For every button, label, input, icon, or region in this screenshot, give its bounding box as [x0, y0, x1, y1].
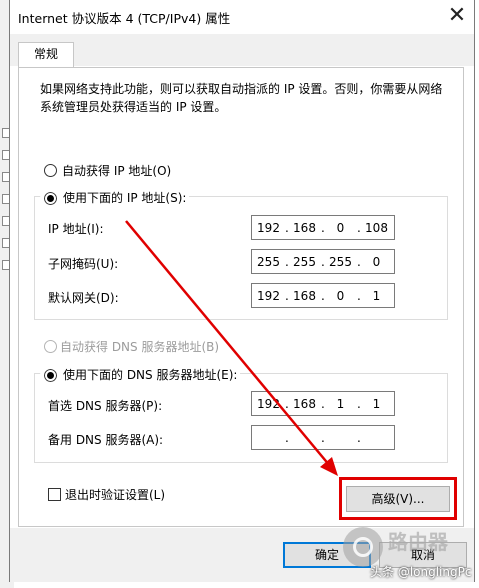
- alternate-dns-label: 备用 DNS 服务器(A):: [48, 433, 164, 447]
- subnet-mask-label: 子网掩码(U):: [48, 257, 119, 271]
- preferred-dns-input[interactable]: 192. 168. 1. 1: [251, 391, 395, 416]
- tab-general-label: 常规: [33, 47, 58, 61]
- alternate-dns-input[interactable]: . . .: [251, 425, 395, 450]
- auto-ip-radio[interactable]: [44, 164, 57, 177]
- manual-ip-label: 使用下面的 IP 地址(S):: [60, 189, 190, 206]
- auto-dns-label: 自动获得 DNS 服务器地址(B): [60, 340, 220, 354]
- tab-strip: [10, 34, 474, 66]
- subnet-mask-input[interactable]: 255. 255. 255. 0: [251, 249, 395, 274]
- ip-address-input[interactable]: 192. 168. 0. 108: [251, 215, 395, 240]
- manual-dns-label: 使用下面的 DNS 服务器地址(E):: [60, 366, 241, 383]
- validate-settings-label: 退出时验证设置(L): [65, 488, 166, 502]
- watermark-brand: 路由器: [388, 530, 448, 554]
- ok-button-label: 确定: [314, 548, 339, 562]
- auto-dns-radio[interactable]: [44, 340, 57, 353]
- tab-general[interactable]: 常规: [18, 42, 74, 68]
- close-icon: ✕: [447, 3, 467, 28]
- close-button[interactable]: ✕: [444, 3, 470, 29]
- default-gateway-label: 默认网关(D):: [48, 291, 119, 305]
- auto-ip-label: 自动获得 IP 地址(O): [62, 164, 172, 178]
- ip-address-label: IP 地址(I):: [48, 222, 104, 236]
- manual-dns-radio[interactable]: [40, 365, 61, 386]
- title-bar: Internet 协议版本 4 (TCP/IPv4) 属性 ✕: [10, 0, 474, 34]
- description-text: 如果网络支持此功能，则可以获取自动指派的 IP 设置。否则，你需要从网络系统管理…: [40, 82, 443, 114]
- annotation-highlight-box: [339, 477, 457, 520]
- dialog-title: Internet 协议版本 4 (TCP/IPv4) 属性: [18, 11, 231, 26]
- preferred-dns-label: 首选 DNS 服务器(P):: [48, 399, 163, 413]
- watermark-logo-icon: [343, 527, 383, 567]
- watermark-credit: 头条 @longlingPc: [370, 565, 472, 579]
- default-gateway-input[interactable]: 192. 168. 0. 1: [251, 283, 395, 308]
- validate-settings-checkbox[interactable]: [48, 488, 61, 501]
- manual-ip-radio[interactable]: [40, 188, 61, 209]
